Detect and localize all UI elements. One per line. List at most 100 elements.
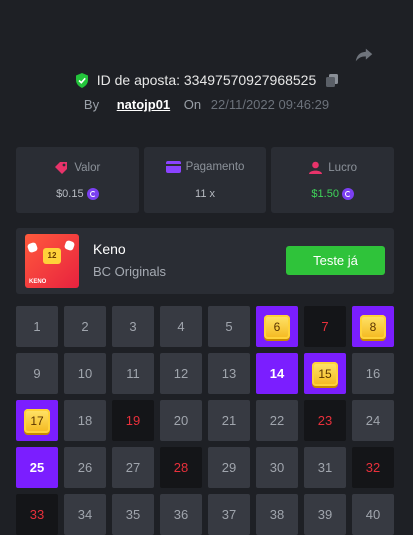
on-label: On — [183, 97, 202, 112]
cell-number: 37 — [221, 507, 237, 522]
cell-number: 25 — [29, 460, 45, 475]
game-title: Keno — [93, 241, 126, 257]
keno-cell: 30 — [256, 447, 298, 488]
by-label: By — [83, 97, 100, 112]
username-link[interactable]: natojp01 — [117, 97, 170, 112]
cell-number: 13 — [221, 366, 237, 381]
cell-number: 39 — [317, 507, 333, 522]
share-icon[interactable] — [353, 44, 375, 66]
keno-cell: 6 — [256, 306, 298, 347]
keno-cell: 37 — [208, 494, 250, 535]
keno-cell: 20 — [160, 400, 202, 441]
keno-cell: 2 — [64, 306, 106, 347]
stat-valor: Valor $0.15 — [16, 147, 139, 213]
cell-number: 16 — [365, 366, 381, 381]
cell-number: 10 — [77, 366, 93, 381]
keno-cell: 17 — [16, 400, 58, 441]
game-card: 12 KENO Keno BC Originals Teste já — [16, 228, 394, 294]
cell-number: 31 — [317, 460, 333, 475]
cell-number: 1 — [33, 319, 41, 334]
cell-number: 36 — [173, 507, 189, 522]
keno-cell: 1 — [16, 306, 58, 347]
cell-number: 34 — [77, 507, 93, 522]
keno-cell: 33 — [16, 494, 58, 535]
stat-lucro: Lucro $1.50 — [271, 147, 395, 213]
keno-cell: 25 — [16, 447, 58, 488]
cell-number: 9 — [33, 366, 41, 381]
stat-valor-value: $0.15 — [56, 188, 84, 200]
gem-tile: 8 — [360, 314, 386, 339]
cell-number: 24 — [365, 413, 381, 428]
cell-number: 20 — [173, 413, 189, 428]
keno-thumbnail[interactable]: 12 KENO — [25, 234, 79, 288]
card-icon — [165, 161, 181, 173]
cell-number: 12 — [173, 366, 189, 381]
keno-cell: 34 — [64, 494, 106, 535]
keno-cell: 23 — [304, 400, 346, 441]
keno-cell: 21 — [208, 400, 250, 441]
stat-pagamento-value: 11 x — [195, 188, 215, 200]
keno-cell: 14 — [256, 353, 298, 394]
thumb-label: KENO — [29, 279, 47, 285]
keno-cell: 32 — [352, 447, 394, 488]
keno-cell: 4 — [160, 306, 202, 347]
dice-icon — [26, 241, 39, 254]
cell-number: 7 — [321, 319, 329, 334]
keno-cell: 28 — [160, 447, 202, 488]
cell-number: 29 — [221, 460, 237, 475]
cell-number: 32 — [365, 460, 381, 475]
cell-number: 21 — [221, 413, 237, 428]
keno-cell: 3 — [112, 306, 154, 347]
cell-number: 18 — [77, 413, 93, 428]
keno-cell: 16 — [352, 353, 394, 394]
bet-stats: Valor $0.15 Pagamento 11 x Lucro $1.50 — [16, 147, 395, 213]
stat-lucro-label: Lucro — [328, 162, 358, 174]
keno-cell: 15 — [304, 353, 346, 394]
coin-icon — [86, 188, 99, 200]
cell-number: 2 — [81, 319, 89, 334]
coin-icon — [341, 188, 354, 200]
cell-number: 27 — [125, 460, 141, 475]
copy-icon[interactable] — [326, 74, 339, 90]
cell-number: 3 — [129, 319, 137, 334]
keno-cell: 29 — [208, 447, 250, 488]
byline: By natojp01 On 22/11/2022 09:46:29 — [0, 97, 413, 112]
gem-tile: 15 — [312, 361, 338, 386]
keno-cell: 26 — [64, 447, 106, 488]
try-game-button[interactable]: Teste já — [286, 246, 385, 275]
keno-cell: 19 — [112, 400, 154, 441]
cell-number: 28 — [173, 460, 189, 475]
keno-cell: 22 — [256, 400, 298, 441]
bet-id-line: ID de aposta: 33497570927968525 — [0, 72, 413, 91]
keno-cell: 36 — [160, 494, 202, 535]
cell-number: 26 — [77, 460, 93, 475]
cell-number: 40 — [365, 507, 381, 522]
keno-cell: 5 — [208, 306, 250, 347]
cell-number: 30 — [269, 460, 285, 475]
keno-cell: 35 — [112, 494, 154, 535]
keno-cell: 27 — [112, 447, 154, 488]
cell-number: 38 — [269, 507, 285, 522]
keno-cell: 10 — [64, 353, 106, 394]
gem-tile: 6 — [264, 314, 290, 339]
cell-number: 33 — [29, 507, 45, 522]
keno-grid: 1 2 3 4 5 6 7 8 9 10 11 12 13 14 15 16 17 18 19 20 21 22 23 24 2… — [16, 306, 394, 535]
cell-number: 4 — [177, 319, 185, 334]
keno-cell: 13 — [208, 353, 250, 394]
stat-pagamento-label: Pagamento — [185, 161, 245, 173]
stat-lucro-value: $1.50 — [311, 188, 339, 200]
keno-cell: 39 — [304, 494, 346, 535]
keno-cell: 31 — [304, 447, 346, 488]
keno-cell: 40 — [352, 494, 394, 535]
cell-number: 22 — [269, 413, 285, 428]
bet-date: 22/11/2022 09:46:29 — [210, 97, 330, 112]
keno-cell: 9 — [16, 353, 58, 394]
tag-icon — [55, 162, 68, 174]
keno-cell: 11 — [112, 353, 154, 394]
cell-number: 35 — [125, 507, 141, 522]
keno-cell: 18 — [64, 400, 106, 441]
gem-tile: 17 — [24, 408, 50, 433]
keno-cell: 8 — [352, 306, 394, 347]
cell-number: 14 — [269, 366, 285, 381]
cell-number: 5 — [225, 319, 233, 334]
